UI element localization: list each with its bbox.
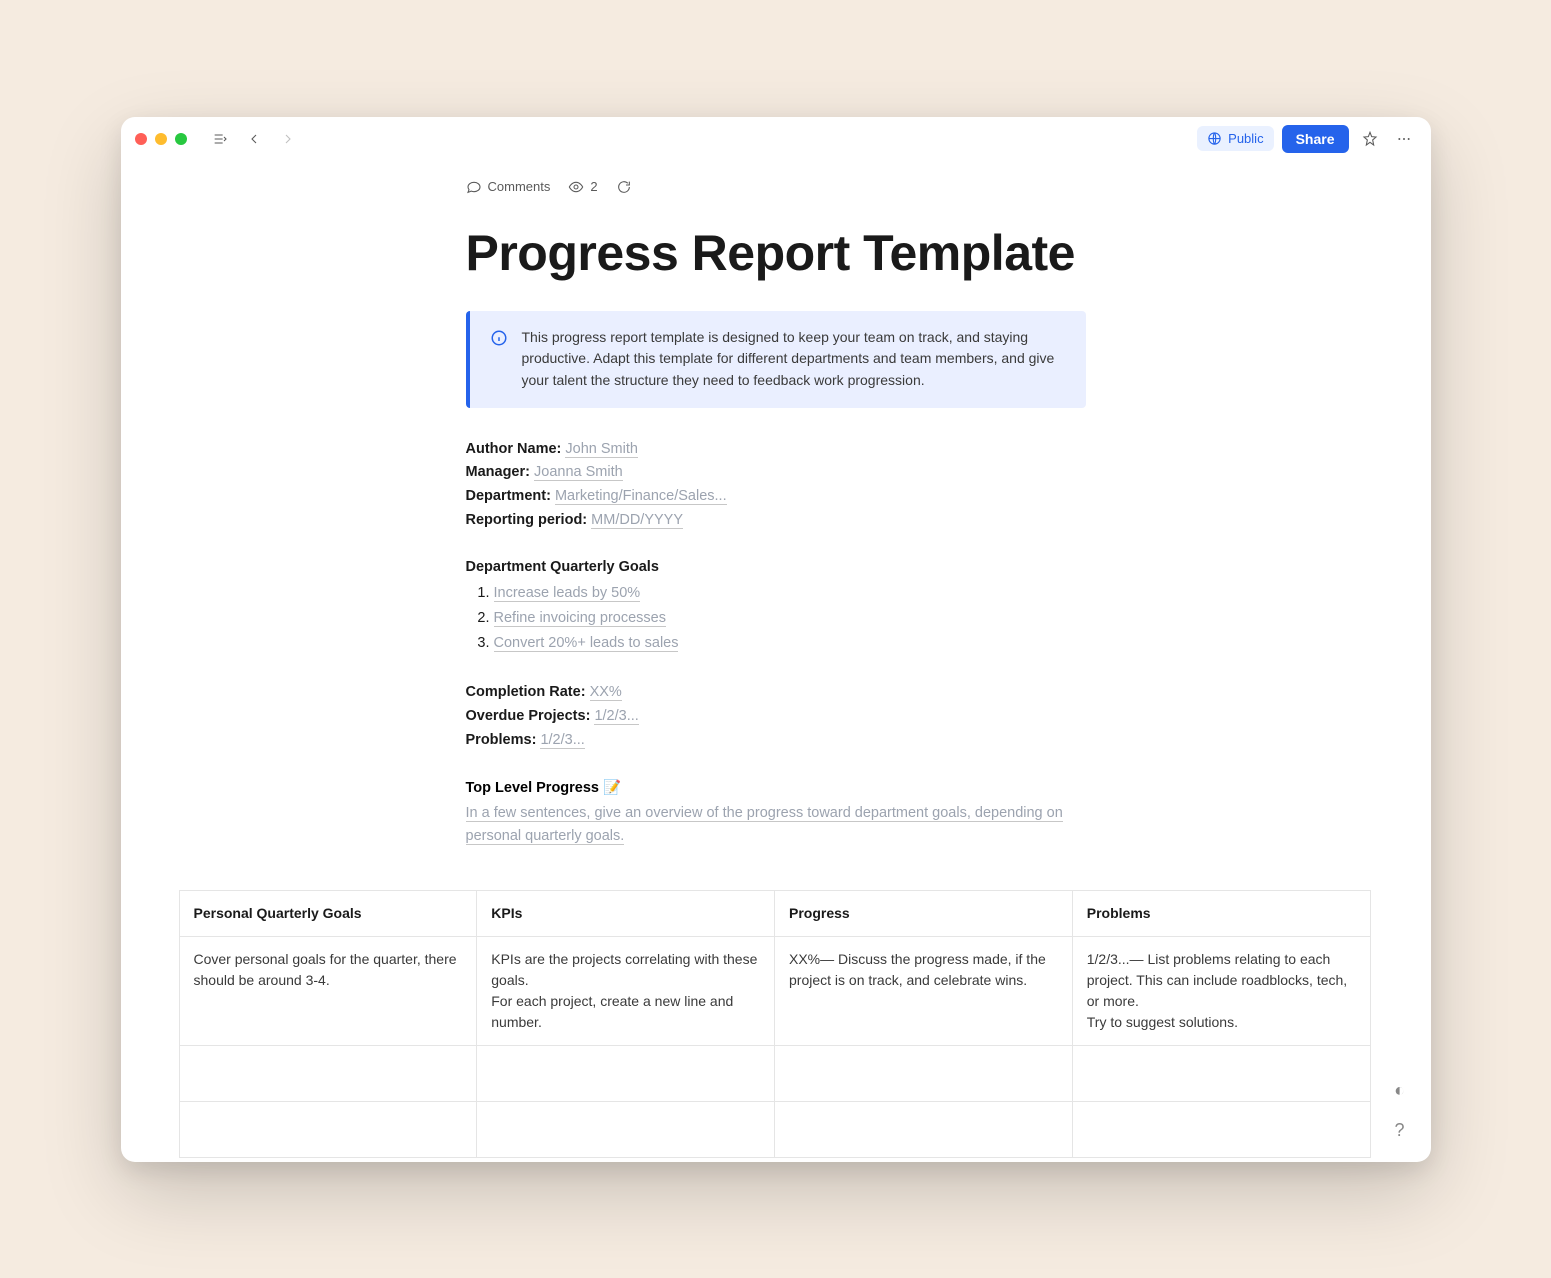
period-value: MM/DD/YYYY: [591, 512, 683, 529]
star-icon: [1362, 131, 1378, 147]
dots-icon: [1396, 131, 1412, 147]
meta-row: Comments 2: [466, 179, 1086, 195]
goal-item-3[interactable]: Convert 20%+ leads to sales: [494, 631, 1086, 656]
period-field[interactable]: Reporting period: MM/DD/YYYY: [466, 509, 1086, 533]
goal-item-2[interactable]: Refine invoicing processes: [494, 606, 1086, 631]
view-count: 2: [590, 179, 597, 194]
progress-table-wrap: Personal Quarterly Goals KPIs Progress P…: [179, 890, 1371, 1158]
cell-goals[interactable]: Cover personal goals for the quarter, th…: [179, 937, 477, 1046]
traffic-lights: [135, 133, 187, 145]
globe-icon: [1207, 131, 1222, 146]
table-row[interactable]: Cover personal goals for the quarter, th…: [179, 937, 1370, 1046]
minimize-window-button[interactable]: [155, 133, 167, 145]
share-button[interactable]: Share: [1282, 125, 1349, 153]
floating-actions: ◐ ?: [1387, 1078, 1413, 1144]
overdue-label: Overdue Projects:: [466, 708, 591, 724]
comments-button[interactable]: Comments: [466, 179, 551, 195]
completion-field[interactable]: Completion Rate: XX%: [466, 681, 1086, 705]
close-window-button[interactable]: [135, 133, 147, 145]
views-indicator[interactable]: 2: [568, 179, 597, 195]
th-problems: Problems: [1072, 891, 1370, 937]
star-button[interactable]: [1357, 126, 1383, 152]
cell-progress[interactable]: XX%— Discuss the progress made, if the p…: [775, 937, 1073, 1046]
overdue-value: 1/2/3...: [594, 708, 638, 725]
app-window: Public Share Comments 2: [121, 117, 1431, 1162]
author-fields: Author Name: John Smith Manager: Joanna …: [466, 438, 1086, 534]
manager-label: Manager:: [466, 464, 530, 480]
completion-label: Completion Rate:: [466, 684, 586, 700]
public-badge[interactable]: Public: [1197, 126, 1273, 151]
th-kpis: KPIs: [477, 891, 775, 937]
comments-label: Comments: [488, 179, 551, 194]
table-row-empty[interactable]: [179, 1046, 1370, 1102]
public-label: Public: [1228, 131, 1263, 146]
period-label: Reporting period:: [466, 512, 588, 528]
titlebar-right: Public Share: [1197, 125, 1416, 153]
document-content: Comments 2 Progress Report Template This…: [121, 161, 1431, 1162]
manager-value: Joanna Smith: [534, 464, 623, 481]
progress-table: Personal Quarterly Goals KPIs Progress P…: [179, 890, 1371, 1158]
author-field[interactable]: Author Name: John Smith: [466, 438, 1086, 462]
info-callout: This progress report template is designe…: [466, 311, 1086, 408]
stats-fields: Completion Rate: XX% Overdue Projects: 1…: [466, 681, 1086, 753]
nav-forward-button[interactable]: [275, 126, 301, 152]
th-goals: Personal Quarterly Goals: [179, 891, 477, 937]
nav-back-button[interactable]: [241, 126, 267, 152]
cell-kpis[interactable]: KPIs are the projects correlating with t…: [477, 937, 775, 1046]
progress-heading: Top Level Progress 📝: [466, 779, 1086, 796]
refresh-button[interactable]: [616, 179, 632, 195]
document-inner: Comments 2 Progress Report Template This…: [466, 179, 1086, 849]
author-value: John Smith: [565, 441, 638, 458]
sidebar-toggle-button[interactable]: [207, 126, 233, 152]
table-header-row: Personal Quarterly Goals KPIs Progress P…: [179, 891, 1370, 937]
progress-placeholder[interactable]: In a few sentences, give an overview of …: [466, 802, 1086, 848]
titlebar: Public Share: [121, 117, 1431, 161]
callout-text: This progress report template is designe…: [522, 327, 1066, 392]
more-menu-button[interactable]: [1391, 126, 1417, 152]
th-progress: Progress: [775, 891, 1073, 937]
refresh-icon: [616, 179, 632, 195]
cell-problems[interactable]: 1/2/3...— List problems relating to each…: [1072, 937, 1370, 1046]
problems-value: 1/2/3...: [540, 732, 584, 749]
comment-icon: [466, 179, 482, 195]
goal-item-1[interactable]: Increase leads by 50%: [494, 581, 1086, 606]
overdue-field[interactable]: Overdue Projects: 1/2/3...: [466, 705, 1086, 729]
problems-field[interactable]: Problems: 1/2/3...: [466, 729, 1086, 753]
theme-toggle-button[interactable]: ◐: [1387, 1078, 1413, 1104]
titlebar-left: [135, 126, 301, 152]
department-label: Department:: [466, 488, 551, 504]
maximize-window-button[interactable]: [175, 133, 187, 145]
table-row-empty[interactable]: [179, 1102, 1370, 1158]
manager-field[interactable]: Manager: Joanna Smith: [466, 461, 1086, 485]
problems-label: Problems:: [466, 732, 537, 748]
info-icon: [490, 329, 508, 347]
eye-icon: [568, 179, 584, 195]
department-value: Marketing/Finance/Sales...: [555, 488, 727, 505]
page-title: Progress Report Template: [466, 225, 1086, 281]
goals-heading: Department Quarterly Goals: [466, 559, 1086, 575]
department-field[interactable]: Department: Marketing/Finance/Sales...: [466, 485, 1086, 509]
completion-value: XX%: [590, 684, 622, 701]
help-button[interactable]: ?: [1387, 1118, 1413, 1144]
author-label: Author Name:: [466, 441, 562, 457]
goals-list: Increase leads by 50% Refine invoicing p…: [494, 581, 1086, 655]
